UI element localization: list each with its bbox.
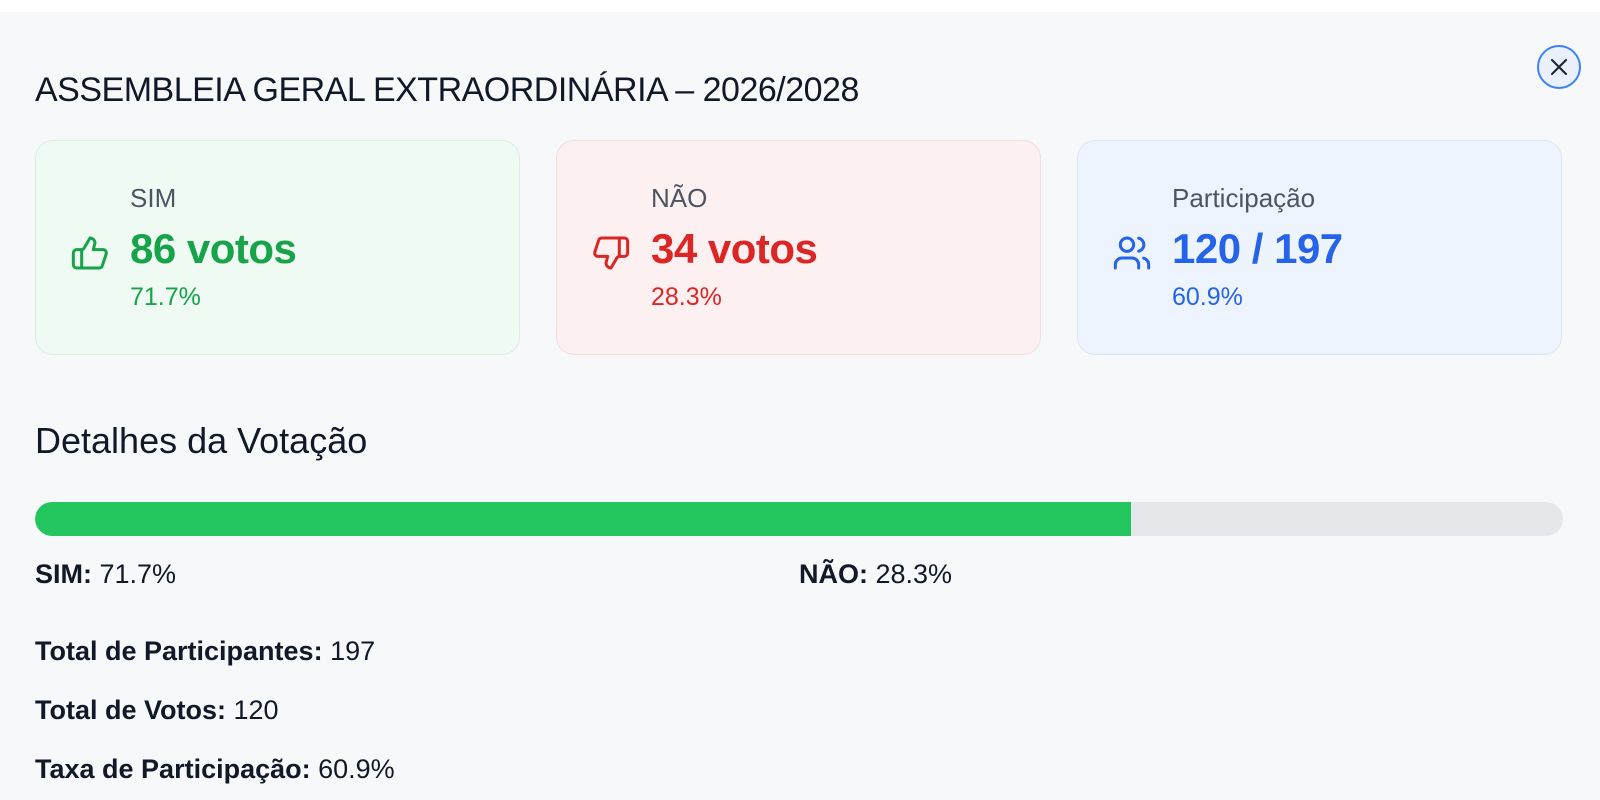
participation-card: Participação 120 / 197 60.9% (1077, 140, 1562, 355)
stat-label: Total de Votos: (35, 695, 226, 725)
close-icon (1550, 58, 1568, 76)
users-icon (1113, 236, 1151, 270)
legend-nao-label: NÃO: (799, 559, 868, 589)
participation-percent: 60.9% (1172, 283, 1243, 311)
details-title: Detalhes da Votação (35, 420, 368, 461)
legend-sim-value: 71.7% (92, 559, 177, 589)
vote-progress-sim-fill (35, 502, 1131, 536)
legend-sim-label: SIM: (35, 559, 92, 589)
stat-value: 60.9% (310, 754, 395, 784)
stat-value: 197 (322, 636, 376, 666)
modal-title: ASSEMBLEIA GERAL EXTRAORDINÁRIA – 2026/2… (35, 71, 859, 109)
stat-value: 120 (226, 695, 279, 725)
stat-total-participants: Total de Participantes: 197 (35, 636, 375, 667)
legend-nao-value: 28.3% (868, 559, 953, 589)
thumbs-down-icon (593, 236, 630, 270)
sim-card-label: SIM (130, 183, 177, 213)
stat-total-votes: Total de Votos: 120 (35, 695, 279, 726)
participation-count: 120 / 197 (1172, 225, 1343, 272)
nao-card-label: NÃO (651, 183, 708, 213)
vote-progress-bar (35, 502, 1563, 536)
voting-results-modal: ASSEMBLEIA GERAL EXTRAORDINÁRIA – 2026/2… (0, 12, 1600, 800)
nao-percent: 28.3% (651, 283, 722, 311)
sim-percent: 71.7% (130, 283, 201, 311)
thumbs-up-icon (71, 236, 108, 270)
legend-nao: NÃO: 28.3% (799, 559, 952, 590)
stat-participation-rate: Taxa de Participação: 60.9% (35, 754, 395, 785)
legend-sim: SIM: 71.7% (35, 559, 176, 590)
stat-label: Total de Participantes: (35, 636, 323, 666)
sim-votes: 86 votos (130, 225, 297, 272)
participation-card-label: Participação (1172, 183, 1316, 213)
close-button[interactable] (1537, 45, 1581, 89)
stat-label: Taxa de Participação: (35, 754, 311, 784)
nao-card: NÃO 34 votos 28.3% (556, 140, 1041, 355)
nao-votes: 34 votos (651, 225, 818, 272)
sim-card: SIM 86 votos 71.7% (35, 140, 520, 355)
